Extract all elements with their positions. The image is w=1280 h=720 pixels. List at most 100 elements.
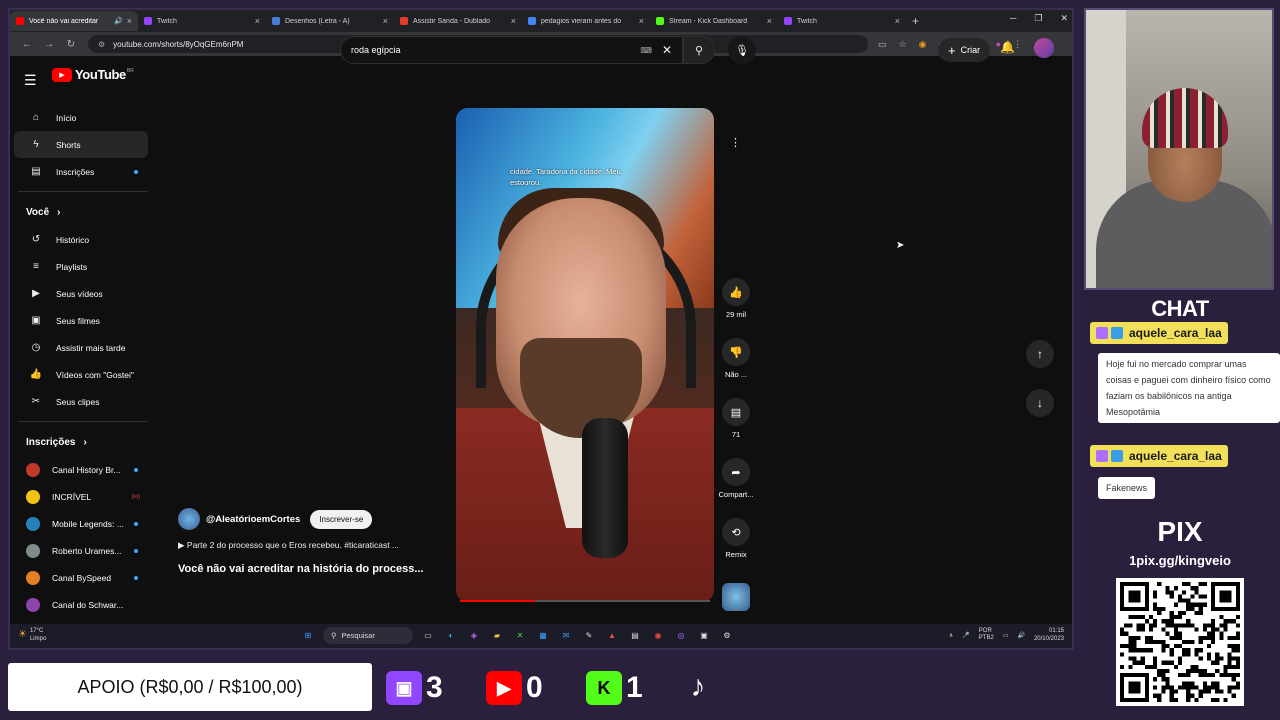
copilot-icon[interactable]: ◈ — [466, 628, 482, 644]
channel-avatar[interactable] — [178, 508, 200, 530]
reload-icon[interactable]: ↻ — [60, 39, 82, 50]
task-view-icon[interactable]: ▭ — [420, 628, 436, 644]
rss-icon[interactable]: ◉ — [919, 39, 927, 50]
app-grey-icon[interactable]: ▤ — [627, 628, 643, 644]
youtube-play-icon: ▶ — [52, 67, 72, 82]
sidebar-item-playlists[interactable]: ≡ Playlists — [14, 253, 148, 280]
dislike-button[interactable]: 👎 — [722, 338, 750, 366]
sound-avatar[interactable] — [722, 583, 750, 611]
clock[interactable]: 01:15 20/10/2023 — [1034, 627, 1064, 643]
close-tab-icon[interactable]: × — [255, 16, 260, 26]
keyboard-icon[interactable]: ⌨ — [640, 46, 652, 55]
arrow-up-icon: ↑ — [1037, 347, 1043, 361]
sidebar-subscription[interactable]: INCRÍVEL ((•)) — [14, 483, 148, 510]
create-button[interactable]: + Criar — [938, 38, 991, 62]
close-tab-icon[interactable]: × — [383, 16, 388, 26]
forward-icon[interactable]: → — [38, 39, 60, 50]
share-button[interactable]: ➦ — [722, 458, 750, 486]
short-video-player[interactable]: cidade. Taradona da cidade. Meu, estouro… — [456, 108, 714, 602]
taskbar-search[interactable]: ⚲ Pesquisar — [323, 627, 413, 644]
close-tab-icon[interactable]: × — [639, 16, 644, 26]
sidebar-subscription[interactable]: Canal BySpeed — [14, 564, 148, 591]
app-icon[interactable]: ✎ — [581, 628, 597, 644]
sidebar-section-subscriptions[interactable]: Inscrições › — [14, 428, 152, 456]
mic-tray-icon[interactable]: 🎤 — [962, 632, 969, 639]
browser-tab[interactable]: Twitch × — [778, 11, 906, 31]
sidebar-item-your-clips[interactable]: ✂ Seus clipes — [14, 388, 148, 415]
minimize-button[interactable]: ─ — [1010, 13, 1016, 24]
network-icon[interactable]: ▭ — [1003, 632, 1009, 639]
browser-tab[interactable]: Twitch × — [138, 11, 266, 31]
remix-button[interactable]: ⟲ — [722, 518, 750, 546]
browser-tab[interactable]: Assistir Sanda - Dublado × — [394, 11, 522, 31]
sidebar-item-your-movies[interactable]: ▣ Seus filmes — [14, 307, 148, 334]
comments-button[interactable]: ▤ — [722, 398, 750, 426]
close-window-button[interactable]: ✕ — [1060, 13, 1068, 24]
file-explorer-icon[interactable]: ▰ — [489, 628, 505, 644]
sidebar-item-liked-videos[interactable]: 👍 Vídeos com "Gostei" — [14, 361, 148, 388]
sidebar-section-voce[interactable]: Você › — [14, 198, 152, 226]
browser-tab[interactable]: Desenhos (Letra - A) × — [266, 11, 394, 31]
close-tab-icon[interactable]: × — [767, 16, 772, 26]
app-red-icon[interactable]: ▲ — [604, 628, 620, 644]
sidebar-item-subscriptions[interactable]: ▤ Inscrições — [14, 158, 148, 185]
like-button[interactable]: 👍 — [722, 278, 750, 306]
windows-start-icon[interactable]: ⊞ — [300, 628, 316, 644]
notifications-bell-icon[interactable]: 🔔 — [1000, 40, 1015, 54]
more-options-icon[interactable]: ⋮ — [730, 136, 741, 149]
site-info-icon[interactable]: ⚙ — [98, 40, 105, 49]
qr-code-graphic — [1120, 582, 1240, 702]
xbox-icon[interactable]: ✕ — [512, 628, 528, 644]
sidebar-item-history[interactable]: ↺ Histórico — [14, 226, 148, 253]
clear-search-icon[interactable]: ✕ — [662, 43, 672, 57]
chevron-right-icon: › — [57, 206, 61, 218]
video-progress-bar[interactable] — [460, 600, 710, 602]
sidebar-subscription[interactable]: Canal History Br... — [14, 456, 148, 483]
chrome-icon[interactable]: ◉ — [650, 628, 666, 644]
sidebar-item-watch-later[interactable]: ◷ Assistir mais tarde — [14, 334, 148, 361]
previous-short-button[interactable]: ↑ — [1026, 340, 1054, 368]
sidebar-subscription[interactable]: Mobile Legends: ... — [14, 510, 148, 537]
system-tray: ∧ 🎤 POR PTB2 ▭ 🔊 01:15 20/10/2023 — [949, 627, 1064, 643]
youtube-logo[interactable]: ▶ YouTube BR — [52, 67, 134, 82]
hamburger-menu-icon[interactable]: ☰ — [24, 72, 37, 89]
tray-chevron-icon[interactable]: ∧ — [949, 632, 953, 639]
sidebar-item-home[interactable]: ⌂ Início — [14, 104, 148, 131]
app-white-icon[interactable]: ▣ — [696, 628, 712, 644]
close-tab-icon[interactable]: × — [511, 16, 516, 26]
mail-icon[interactable]: ✉ — [558, 628, 574, 644]
settings-icon[interactable]: ⚙ — [719, 628, 735, 644]
sidebar-item-shorts[interactable]: ϟ Shorts — [14, 131, 148, 158]
close-tab-icon[interactable]: × — [895, 16, 900, 26]
sidebar-subscription[interactable]: Canal do Schwar... — [14, 591, 148, 618]
voice-search-button[interactable]: 🎙 — [728, 36, 756, 64]
tab-favicon-icon — [16, 17, 24, 25]
browser-tab[interactable]: Você não vai acreditar 🔊 × — [10, 11, 138, 31]
search-button[interactable]: ⚲ — [683, 36, 715, 64]
search-input[interactable]: roda egípcia ⌨ ✕ — [340, 36, 683, 64]
browser-tab[interactable]: pedagios vieram antes do × — [522, 11, 650, 31]
close-tab-icon[interactable]: × — [127, 16, 132, 26]
sidebar-subscription[interactable]: Roberto Urames... — [14, 537, 148, 564]
browser-tab[interactable]: Stream - Kick Dashboard × — [650, 11, 778, 31]
maximize-button[interactable]: ❐ — [1034, 13, 1042, 24]
volume-icon[interactable]: 🔊 — [1017, 632, 1024, 639]
edge-icon[interactable]: ◐ — [443, 628, 459, 644]
account-avatar[interactable] — [1034, 38, 1054, 58]
obs-icon[interactable]: ◎ — [673, 628, 689, 644]
bookmark-star-icon[interactable]: ☆ — [899, 39, 907, 50]
weather-widget[interactable]: ☀ 17°C Limpo — [18, 627, 62, 643]
channel-name[interactable]: @AleatórioemCortes — [206, 514, 300, 525]
channel-label: Mobile Legends: ... — [52, 518, 124, 529]
subscribe-button[interactable]: Inscrever-se — [310, 509, 373, 529]
language-indicator[interactable]: POR PTB2 — [979, 628, 994, 642]
short-title[interactable]: Você não vai acreditar na história do pr… — [178, 563, 448, 575]
sidebar-item-your-videos[interactable]: ▶ Seus vídeos — [14, 280, 148, 307]
next-short-button[interactable]: ↓ — [1026, 389, 1054, 417]
cast-icon[interactable]: ▭ — [878, 39, 887, 50]
back-icon[interactable]: ← — [16, 39, 38, 50]
new-tab-button[interactable]: + — [912, 14, 919, 28]
short-description[interactable]: ▶ Parte 2 do processo que o Eros recebeu… — [178, 540, 448, 551]
store-icon[interactable]: ▦ — [535, 628, 551, 644]
speaker-icon[interactable]: 🔊 — [114, 17, 123, 25]
